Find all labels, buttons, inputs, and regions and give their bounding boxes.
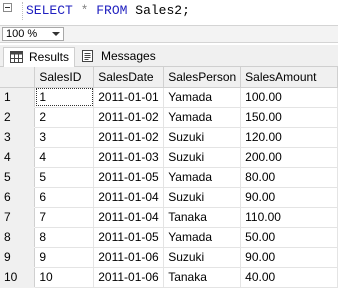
table-row[interactable]: 3 3 2011-01-02 Suzuki 120.00	[0, 127, 338, 148]
table-cell[interactable]: Yamada	[163, 167, 242, 188]
table-cell[interactable]: 8	[34, 227, 95, 248]
table-cell[interactable]: 90.00	[240, 247, 338, 268]
sql-keyword-select: SELECT	[26, 3, 73, 18]
table-cell[interactable]: 150.00	[240, 107, 338, 128]
table-cell[interactable]: 2011-01-06	[93, 247, 165, 268]
table-cell[interactable]: Yamada	[163, 227, 242, 248]
table-cell[interactable]: 6	[34, 187, 95, 208]
results-grid[interactable]: SalesID SalesDate SalesPerson SalesAmoun…	[0, 67, 338, 288]
column-header[interactable]: SalesID	[34, 67, 95, 88]
table-cell[interactable]: 2	[34, 107, 95, 128]
table-row[interactable]: 9 9 2011-01-06 Suzuki 90.00	[0, 247, 338, 268]
row-number[interactable]: 4	[0, 147, 36, 168]
row-number[interactable]: 6	[0, 187, 36, 208]
tab-results[interactable]: Results	[3, 47, 75, 67]
table-cell[interactable]: 100.00	[240, 87, 338, 108]
tab-messages[interactable]: Messages	[76, 47, 156, 67]
row-number[interactable]: 9	[0, 247, 36, 268]
table-cell[interactable]: 5	[34, 167, 95, 188]
row-number[interactable]: 7	[0, 207, 36, 228]
column-header[interactable]: SalesPerson	[163, 67, 242, 88]
row-number[interactable]: 10	[0, 267, 36, 288]
table-cell[interactable]: Tanaka	[163, 207, 242, 228]
row-number[interactable]: 1	[0, 87, 36, 108]
zoom-value: 100 %	[6, 28, 38, 40]
table-cell[interactable]: 2011-01-03	[93, 147, 165, 168]
header-row: SalesID SalesDate SalesPerson SalesAmoun…	[0, 67, 338, 88]
table-cell[interactable]: 2011-01-01	[93, 87, 165, 108]
tab-messages-label: Messages	[101, 49, 156, 63]
table-row[interactable]: 8 8 2011-01-05 Yamada 50.00	[0, 227, 338, 248]
table-cell[interactable]: 200.00	[240, 147, 338, 168]
outline-gutter	[22, 2, 23, 20]
column-header[interactable]: SalesDate	[93, 67, 165, 88]
table-row[interactable]: 10 10 2011-01-06 Tanaka 40.00	[0, 267, 338, 288]
zoom-dropdown[interactable]: 100 %	[2, 27, 64, 41]
sql-operator-star: *	[80, 3, 89, 18]
column-header[interactable]: SalesAmount	[240, 67, 338, 88]
table-cell[interactable]: Yamada	[163, 87, 242, 108]
sql-code-line[interactable]: SELECT * FROM Sales2;	[26, 3, 190, 18]
tab-results-label: Results	[29, 50, 70, 64]
messages-icon	[82, 50, 93, 62]
row-number[interactable]: 8	[0, 227, 36, 248]
table-cell[interactable]: Suzuki	[163, 147, 242, 168]
table-cell[interactable]: Tanaka	[163, 267, 242, 288]
table-cell[interactable]: 120.00	[240, 127, 338, 148]
table-row[interactable]: 6 6 2011-01-04 Suzuki 90.00	[0, 187, 338, 208]
table-cell[interactable]: 2011-01-02	[93, 107, 165, 128]
table-cell[interactable]: 4	[34, 147, 95, 168]
table-cell[interactable]: 110.00	[240, 207, 338, 228]
table-cell[interactable]: 90.00	[240, 187, 338, 208]
table-cell[interactable]: 1	[34, 87, 95, 108]
chevron-down-icon	[52, 32, 60, 36]
query-editor[interactable]: SELECT * FROM Sales2;	[0, 0, 338, 24]
table-cell[interactable]: 2011-01-02	[93, 127, 165, 148]
row-number[interactable]: 3	[0, 127, 36, 148]
row-number[interactable]: 5	[0, 167, 36, 188]
table-cell[interactable]: 3	[34, 127, 95, 148]
table-row[interactable]: 5 5 2011-01-05 Yamada 80.00	[0, 167, 338, 188]
table-cell[interactable]: 2011-01-06	[93, 267, 165, 288]
table-cell[interactable]: 2011-01-05	[93, 167, 165, 188]
table-cell[interactable]: 2011-01-04	[93, 207, 165, 228]
collapse-icon[interactable]	[3, 3, 12, 12]
table-cell[interactable]: 40.00	[240, 267, 338, 288]
table-cell[interactable]: Suzuki	[163, 247, 242, 268]
table-row[interactable]: 1 1 2011-01-01 Yamada 100.00	[0, 87, 338, 108]
sql-table-name: Sales2;	[135, 3, 190, 18]
table-cell[interactable]: 80.00	[240, 167, 338, 188]
table-cell[interactable]: 9	[34, 247, 95, 268]
row-number[interactable]: 2	[0, 107, 36, 128]
table-cell[interactable]: Suzuki	[163, 187, 242, 208]
table-cell[interactable]: Suzuki	[163, 127, 242, 148]
table-cell[interactable]: 7	[34, 207, 95, 228]
corner-cell[interactable]	[0, 67, 36, 88]
table-cell[interactable]: Yamada	[163, 107, 242, 128]
table-cell[interactable]: 2011-01-05	[93, 227, 165, 248]
results-table: SalesID SalesDate SalesPerson SalesAmoun…	[0, 67, 338, 288]
zoom-bar: 100 %	[0, 25, 338, 43]
table-row[interactable]: 7 7 2011-01-04 Tanaka 110.00	[0, 207, 338, 228]
sql-keyword-from: FROM	[96, 3, 128, 18]
table-row[interactable]: 2 2 2011-01-02 Yamada 150.00	[0, 107, 338, 128]
table-cell[interactable]: 2011-01-04	[93, 187, 165, 208]
results-tab-strip: Results Messages	[0, 45, 338, 67]
table-cell[interactable]: 50.00	[240, 227, 338, 248]
table-cell[interactable]: 10	[34, 267, 95, 288]
grid-icon	[10, 51, 23, 63]
table-row[interactable]: 4 4 2011-01-03 Suzuki 200.00	[0, 147, 338, 168]
